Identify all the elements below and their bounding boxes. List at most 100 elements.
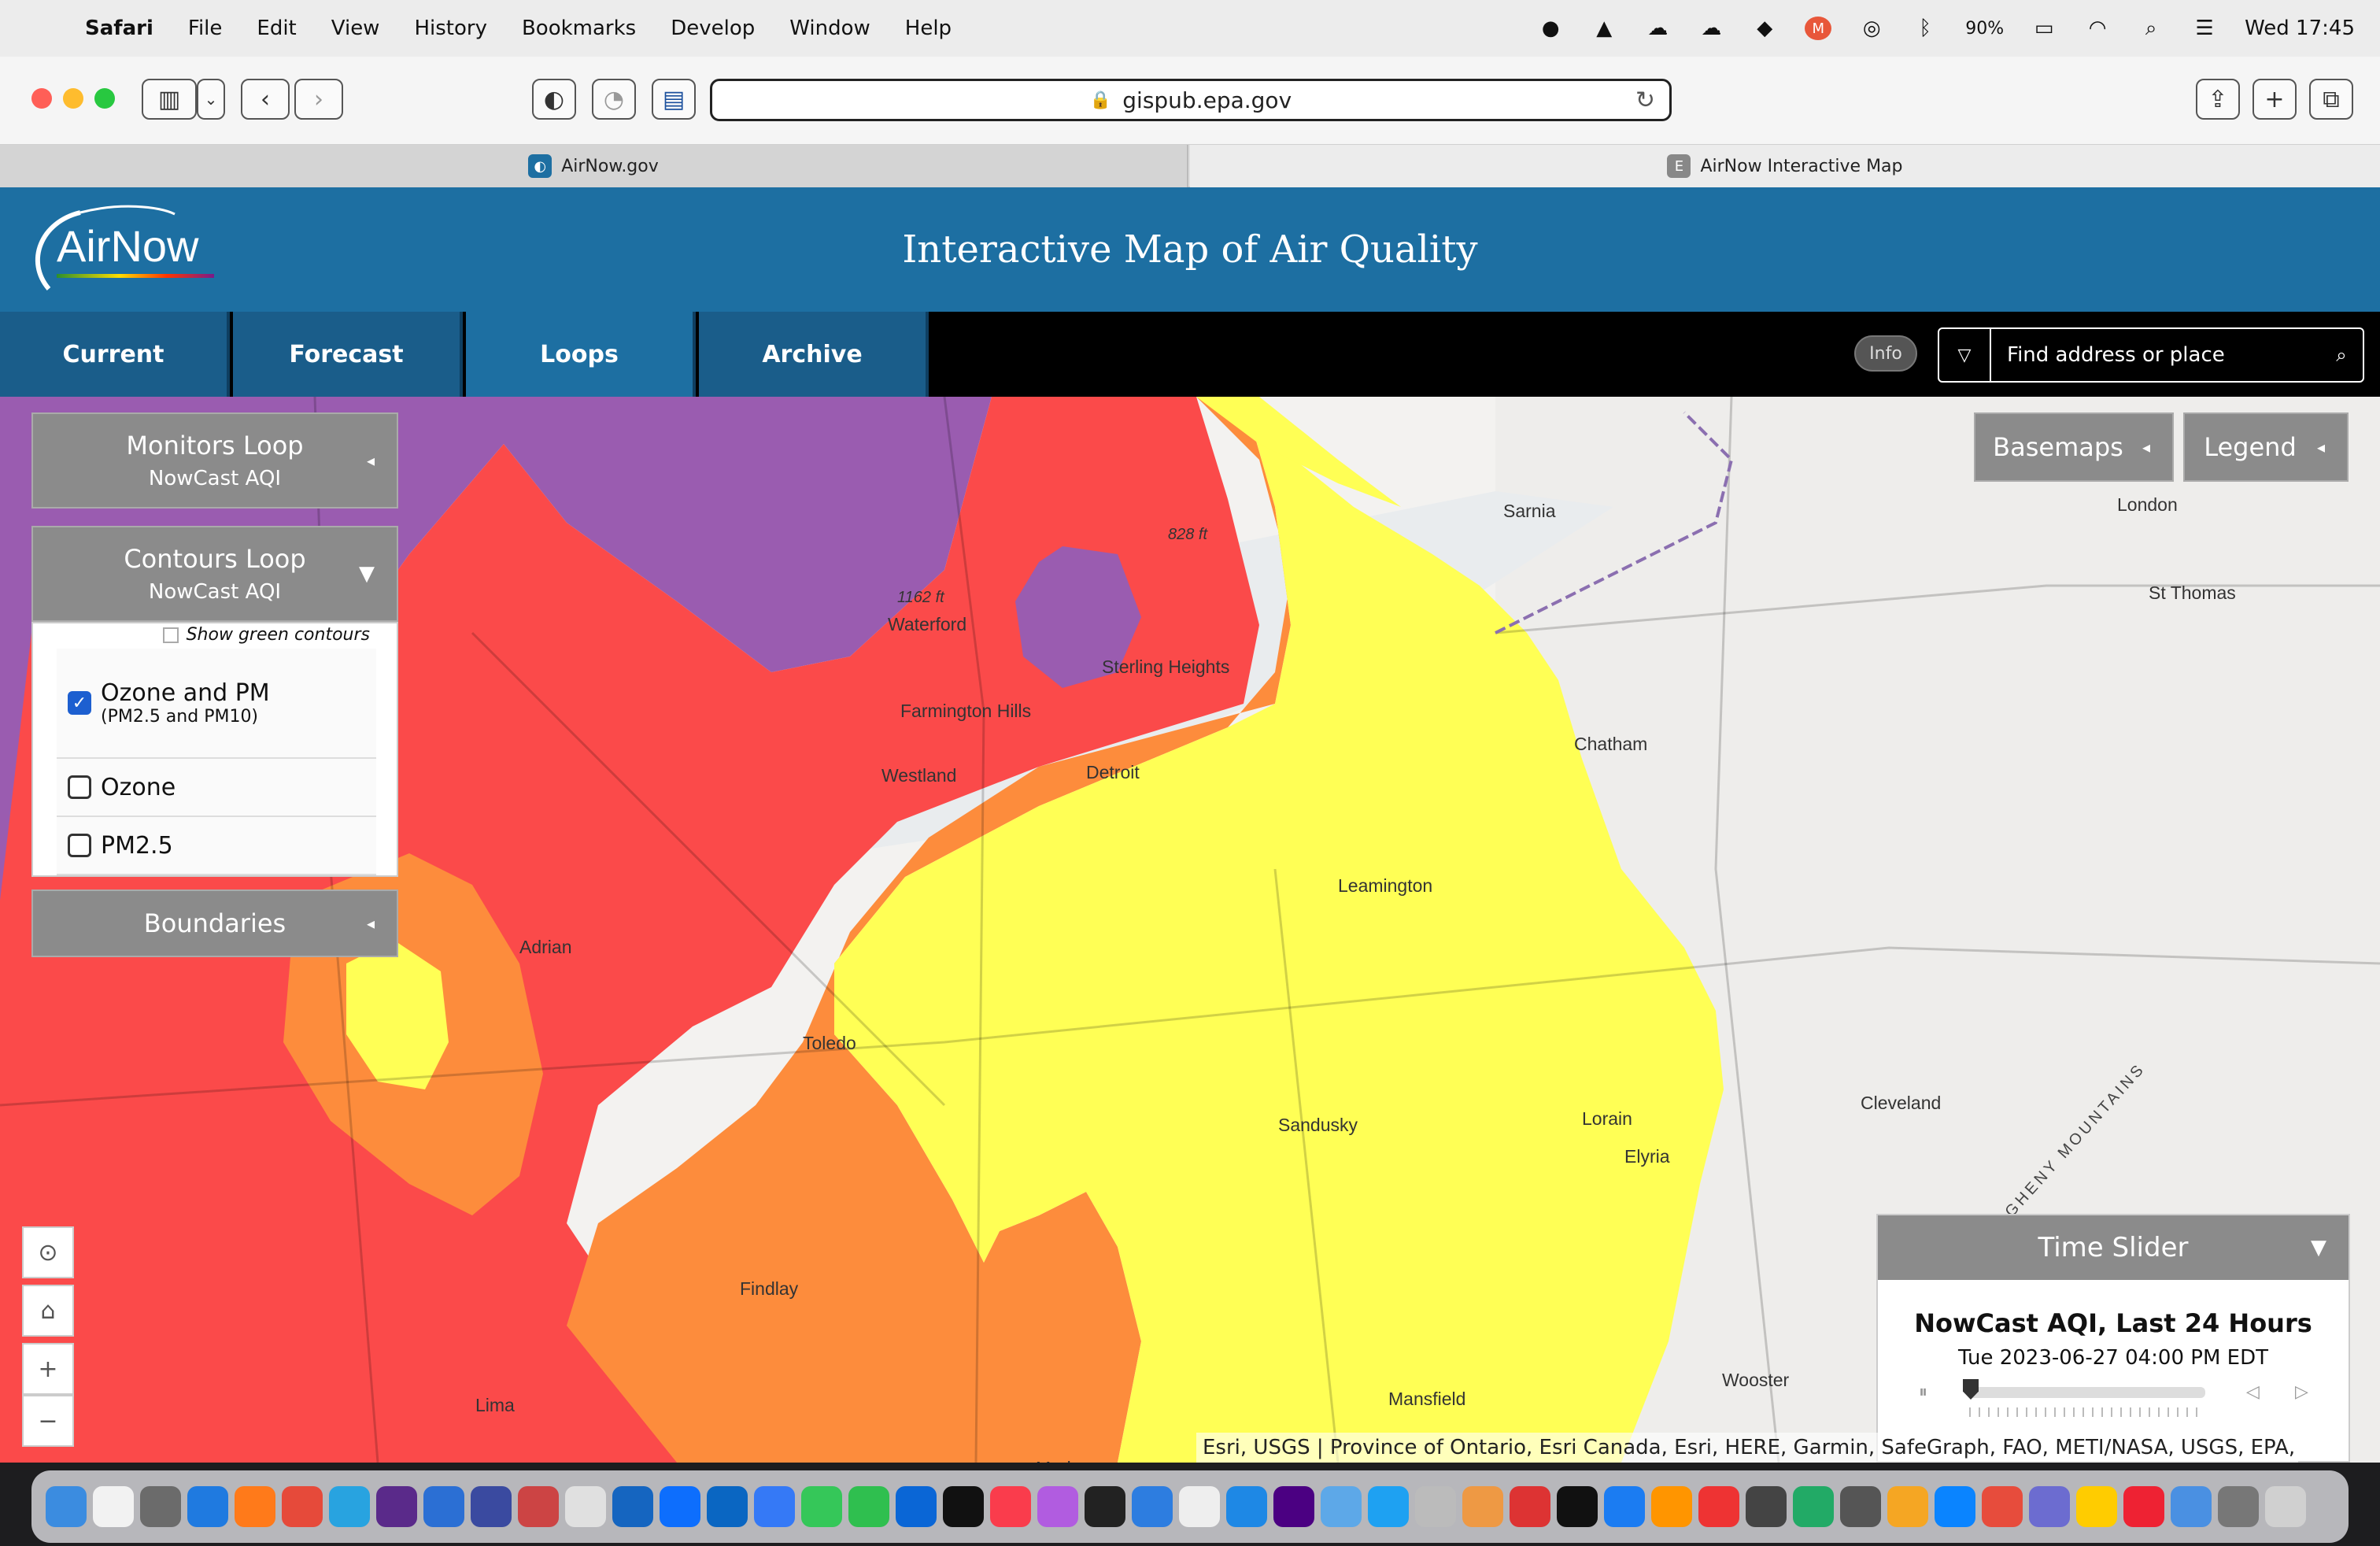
accessibility-icon[interactable]: ◎ — [1858, 17, 1885, 40]
option-ozone-pm[interactable]: ✓ Ozone and PM (PM2.5 and PM10) — [57, 649, 376, 759]
dock-app-icon[interactable] — [1887, 1486, 1928, 1527]
zoom-window-button[interactable] — [94, 88, 115, 109]
dock-app-icon[interactable] — [1746, 1486, 1787, 1527]
dock-app-icon[interactable] — [93, 1486, 134, 1527]
wifi-icon[interactable]: ◠ — [2084, 17, 2111, 40]
ozone-checkbox[interactable] — [68, 775, 91, 799]
dock-app-icon[interactable] — [2029, 1486, 2070, 1527]
tab-airnow-gov[interactable]: ◐ AirNow.gov — [0, 145, 1188, 187]
dock-app-icon[interactable] — [1935, 1486, 1975, 1527]
dock-app-icon[interactable] — [518, 1486, 559, 1527]
locate-button[interactable]: ⊙ — [22, 1226, 74, 1278]
tab-loops[interactable]: Loops — [466, 312, 696, 397]
battery-icon[interactable]: ▭ — [2031, 17, 2057, 40]
legend-button[interactable]: Legend ◂ — [2183, 412, 2349, 482]
privacy-shield-icon[interactable]: ◐ — [532, 79, 576, 120]
menu-edit[interactable]: Edit — [257, 17, 296, 40]
dock-app-icon[interactable] — [896, 1486, 937, 1527]
step-back-icon[interactable]: ◁ — [2246, 1382, 2260, 1402]
zoom-in-button[interactable]: + — [22, 1343, 74, 1395]
option-ozone[interactable]: Ozone — [57, 759, 376, 817]
dock-app-icon[interactable] — [2076, 1486, 2117, 1527]
pause-icon[interactable]: ⏸ — [1919, 1382, 1927, 1402]
reload-icon[interactable]: ↻ — [1635, 87, 1655, 114]
menu-app-name[interactable]: Safari — [85, 17, 153, 40]
search-box[interactable]: ▽ Find address or place ⌕ — [1938, 327, 2364, 383]
collapse-arrow-icon[interactable]: ◂ — [2142, 438, 2150, 457]
cloud-2-icon[interactable]: ☁ — [1698, 17, 1724, 40]
address-bar[interactable]: 🔒 gispub.epa.gov ↻ — [710, 79, 1672, 121]
dock-app-icon[interactable] — [848, 1486, 889, 1527]
dock-app-icon[interactable] — [1698, 1486, 1739, 1527]
monitors-loop-panel[interactable]: Monitors Loop NowCast AQI ◂ — [31, 412, 398, 509]
forward-button[interactable]: › — [294, 79, 343, 120]
dock-app-icon[interactable] — [1179, 1486, 1220, 1527]
dock-app-icon[interactable] — [707, 1486, 748, 1527]
record-icon[interactable]: ● — [1537, 17, 1564, 40]
dock-app-icon[interactable] — [1037, 1486, 1078, 1527]
dock-app-icon[interactable] — [2171, 1486, 2212, 1527]
ozone-pm-checkbox[interactable]: ✓ — [68, 691, 91, 715]
dock-app-icon[interactable] — [1085, 1486, 1125, 1527]
time-slider-header[interactable]: Time Slider ▼ — [1878, 1215, 2349, 1280]
tab-archive[interactable]: Archive — [699, 312, 929, 397]
menu-window[interactable]: Window — [789, 17, 870, 40]
drive-icon[interactable]: ▲ — [1591, 17, 1617, 40]
expand-arrow-icon[interactable]: ▼ — [359, 562, 375, 586]
contours-loop-panel[interactable]: Contours Loop NowCast AQI ▼ — [31, 526, 398, 622]
sidebar-chevron-button[interactable]: ⌄ — [197, 79, 225, 120]
dock-app-icon[interactable] — [282, 1486, 323, 1527]
info-button[interactable]: Info — [1854, 335, 1917, 372]
dock-app-icon[interactable] — [1462, 1486, 1503, 1527]
dock-app-icon[interactable] — [1226, 1486, 1267, 1527]
dock-app-icon[interactable] — [46, 1486, 87, 1527]
menu-help[interactable]: Help — [905, 17, 952, 40]
dock-app-icon[interactable] — [2265, 1486, 2306, 1527]
dock-app-icon[interactable] — [1321, 1486, 1362, 1527]
dock-app-icon[interactable] — [140, 1486, 181, 1527]
app-m-icon[interactable]: M — [1805, 17, 1832, 40]
dock-app-icon[interactable] — [1604, 1486, 1645, 1527]
dock-app-icon[interactable] — [2123, 1486, 2164, 1527]
sidebar-toggle-button[interactable]: ▥ — [142, 79, 197, 120]
dock-app-icon[interactable] — [471, 1486, 512, 1527]
search-icon[interactable]: ⌕ — [2320, 344, 2363, 366]
extension-icon[interactable]: ▤ — [652, 79, 696, 120]
collapse-arrow-icon[interactable]: ◂ — [2317, 438, 2325, 457]
tab-airnow-interactive-map[interactable]: E AirNow Interactive Map — [1190, 145, 2380, 187]
dock-app-icon[interactable] — [329, 1486, 370, 1527]
dock-app-icon[interactable] — [235, 1486, 275, 1527]
search-input[interactable]: Find address or place — [1991, 343, 2320, 367]
menu-develop[interactable]: Develop — [671, 17, 755, 40]
dock-app-icon[interactable] — [187, 1486, 228, 1527]
collapse-arrow-icon[interactable]: ◂ — [367, 451, 375, 470]
tab-forecast[interactable]: Forecast — [233, 312, 463, 397]
dock-app-icon[interactable] — [565, 1486, 606, 1527]
dock-app-icon[interactable] — [754, 1486, 795, 1527]
dock-app-icon[interactable] — [1368, 1486, 1409, 1527]
dock-app-icon[interactable] — [801, 1486, 842, 1527]
menu-file[interactable]: File — [188, 17, 223, 40]
dock-app-icon[interactable] — [990, 1486, 1031, 1527]
dock-app-icon[interactable] — [1557, 1486, 1598, 1527]
dock-app-icon[interactable] — [612, 1486, 653, 1527]
dock-app-icon[interactable] — [1651, 1486, 1692, 1527]
dock-app-icon[interactable] — [1132, 1486, 1173, 1527]
control-center-icon[interactable]: ☰ — [2191, 17, 2218, 40]
close-window-button[interactable] — [31, 88, 52, 109]
tab-current[interactable]: Current — [0, 312, 230, 397]
new-tab-button[interactable]: + — [2252, 79, 2297, 120]
basemaps-button[interactable]: Basemaps ◂ — [1974, 412, 2174, 482]
menu-bookmarks[interactable]: Bookmarks — [522, 17, 636, 40]
airnow-logo[interactable]: AirNow — [25, 198, 230, 301]
home-button[interactable]: ⌂ — [22, 1285, 74, 1337]
step-forward-icon[interactable]: ▷ — [2295, 1382, 2308, 1402]
rss-icon[interactable]: ◔ — [592, 79, 636, 120]
search-source-dropdown[interactable]: ▽ — [1939, 329, 1991, 381]
dock-app-icon[interactable] — [1793, 1486, 1834, 1527]
dock-app-icon[interactable] — [423, 1486, 464, 1527]
dock-app-icon[interactable] — [1415, 1486, 1456, 1527]
option-pm25[interactable]: PM2.5 — [57, 817, 376, 875]
zoom-out-button[interactable]: − — [22, 1395, 74, 1447]
dock-app-icon[interactable] — [1273, 1486, 1314, 1527]
